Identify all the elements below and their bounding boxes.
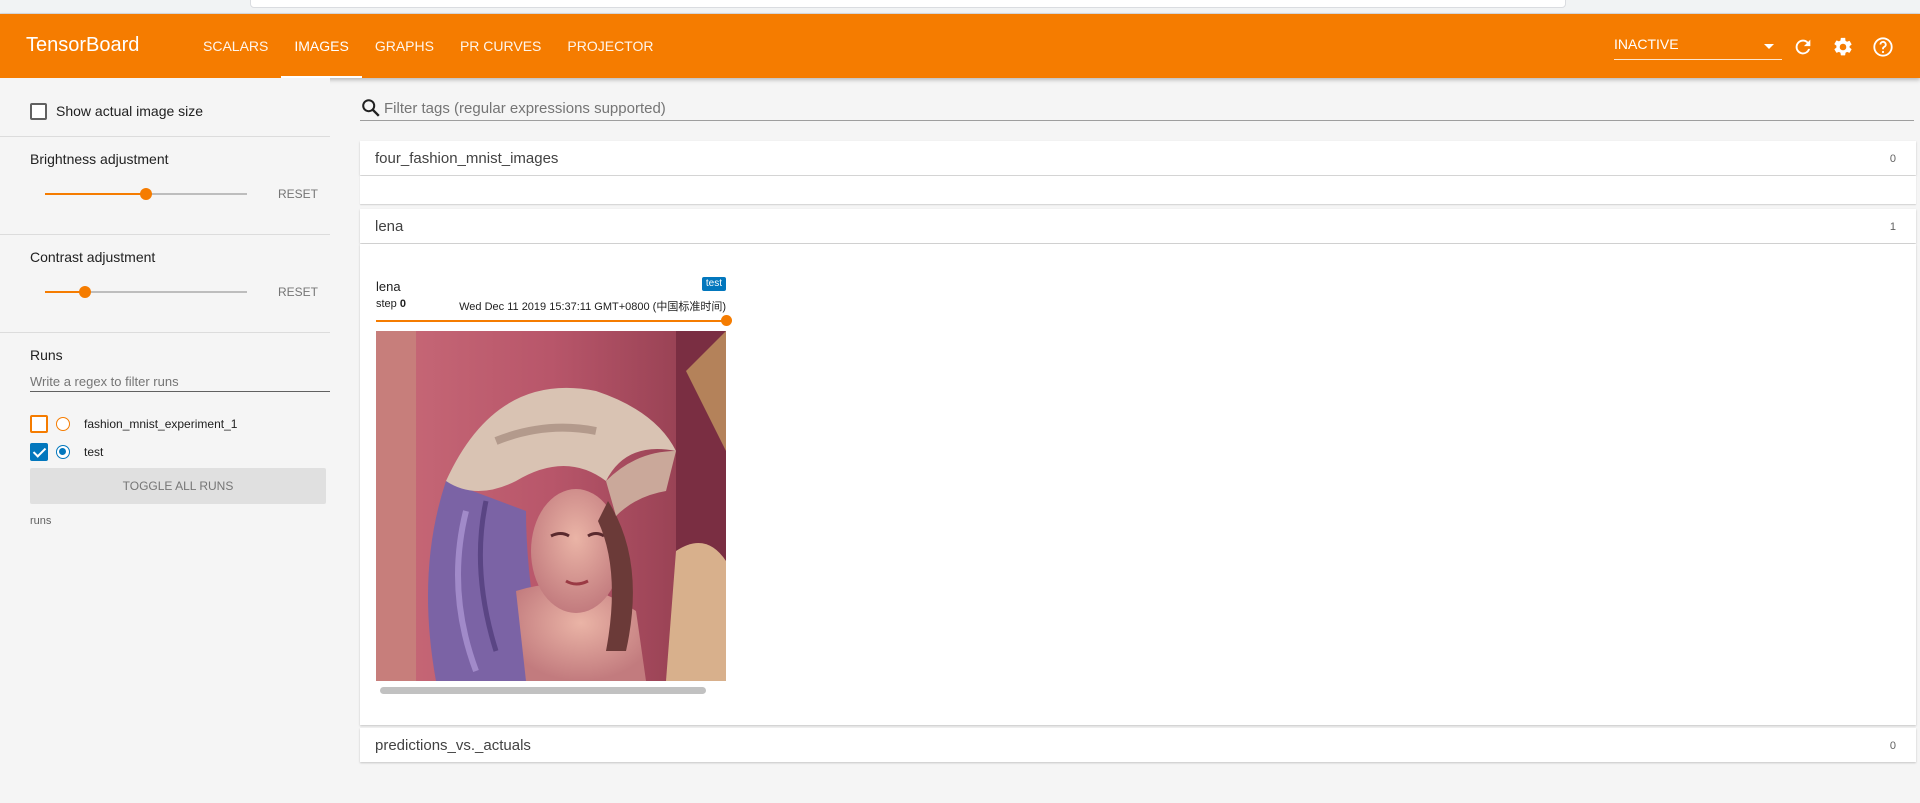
- tag-filter-input[interactable]: [384, 97, 1884, 119]
- step-slider-thumb[interactable]: [721, 315, 732, 326]
- show-actual-size-checkbox[interactable]: [30, 103, 47, 120]
- image-scrollbar[interactable]: [380, 687, 706, 694]
- run-name: test: [84, 445, 104, 459]
- category-body-empty: [360, 176, 1916, 204]
- image-timestamp: Wed Dec 11 2019 15:37:11 GMT+0800 (中国标准时…: [459, 301, 726, 313]
- run-name: fashion_mnist_experiment_1: [84, 417, 238, 431]
- brightness-slider[interactable]: [45, 188, 247, 200]
- category-header[interactable]: predictions_vs._actuals 0: [360, 728, 1916, 762]
- brightness-slider-thumb[interactable]: [140, 188, 152, 200]
- contrast-section: Contrast adjustment RESET: [0, 235, 330, 333]
- run-checkbox[interactable]: [30, 415, 48, 433]
- browser-strip: [0, 0, 1920, 14]
- step-slider[interactable]: [376, 315, 732, 326]
- run-row-test[interactable]: test: [30, 441, 103, 463]
- tag-filter-bar: [360, 97, 1914, 121]
- category-header[interactable]: lena 1: [360, 209, 1916, 243]
- category-body-lena: lena test step 0 Wed Dec 11 2019 15:37:1…: [360, 244, 1916, 725]
- category-title: four_fashion_mnist_images: [375, 150, 559, 167]
- brightness-reset-button[interactable]: RESET: [278, 187, 318, 201]
- tab-projector[interactable]: PROJECTOR: [554, 14, 666, 78]
- image-card-title: lena: [376, 279, 401, 294]
- run-badge: test: [701, 277, 726, 291]
- brand-title[interactable]: TensorBoard: [26, 34, 139, 57]
- tab-pr-curves[interactable]: PR CURVES: [447, 14, 554, 78]
- contrast-reset-button[interactable]: RESET: [278, 285, 318, 299]
- runs-title: Runs: [30, 347, 63, 363]
- search-icon: [362, 99, 380, 117]
- runs-filter-input[interactable]: [30, 371, 330, 392]
- category-header[interactable]: four_fashion_mnist_images 0: [360, 141, 1916, 175]
- run-checkbox[interactable]: [30, 443, 48, 461]
- lena-portrait-picture: [376, 331, 726, 681]
- category-count: 0: [1889, 153, 1896, 165]
- header-toolbar: TensorBoard SCALARS IMAGES GRAPHS PR CUR…: [0, 14, 1920, 78]
- run-color-dot[interactable]: [56, 445, 70, 459]
- contrast-slider-thumb[interactable]: [79, 286, 91, 298]
- contrast-slider[interactable]: [45, 286, 247, 298]
- address-bar[interactable]: [250, 0, 1566, 8]
- toggle-all-runs-button[interactable]: TOGGLE ALL RUNS: [30, 468, 326, 504]
- runs-section: Runs fashion_mnist_experiment_1 test TOG…: [0, 333, 330, 633]
- category-title: lena: [375, 218, 404, 235]
- runs-footer-label: runs: [30, 515, 52, 527]
- category-title: predictions_vs._actuals: [375, 737, 531, 754]
- status-select[interactable]: INACTIVE: [1614, 34, 1782, 60]
- step-value: 0: [399, 298, 406, 310]
- tab-scalars[interactable]: SCALARS: [190, 14, 281, 78]
- refresh-icon[interactable]: [1792, 36, 1814, 58]
- help-icon[interactable]: [1872, 36, 1894, 58]
- image-step: step 0: [376, 298, 406, 310]
- contrast-label: Contrast adjustment: [30, 249, 156, 265]
- image-size-section: Show actual image size: [0, 78, 330, 137]
- tab-images[interactable]: IMAGES: [281, 14, 363, 78]
- brightness-section: Brightness adjustment RESET: [0, 137, 330, 235]
- category-count: 1: [1889, 221, 1896, 233]
- tab-graphs[interactable]: GRAPHS: [362, 14, 447, 78]
- run-color-dot[interactable]: [56, 417, 70, 431]
- settings-icon[interactable]: [1832, 36, 1854, 58]
- lena-image: [376, 331, 726, 681]
- brightness-label: Brightness adjustment: [30, 151, 169, 167]
- brightness-slider-fill: [45, 193, 146, 195]
- step-label: step: [376, 298, 397, 310]
- show-actual-size-label: Show actual image size: [56, 103, 204, 119]
- category-count: 0: [1889, 740, 1896, 752]
- tab-bar: SCALARS IMAGES GRAPHS PR CURVES PROJECTO…: [190, 14, 666, 78]
- status-select-value: INACTIVE: [1614, 36, 1679, 52]
- sidebar: Show actual image size Brightness adjust…: [0, 78, 330, 803]
- run-row-fashion-mnist[interactable]: fashion_mnist_experiment_1: [30, 413, 237, 435]
- dropdown-caret-icon: [1764, 44, 1774, 49]
